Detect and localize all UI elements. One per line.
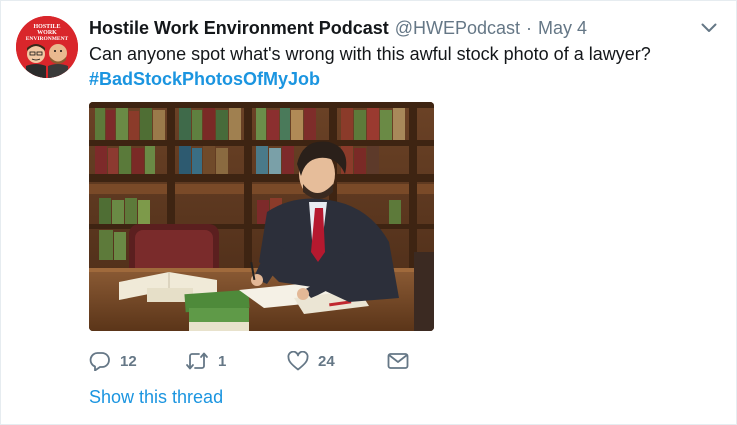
tweet-date[interactable]: May 4 (538, 18, 587, 39)
tweet-actions: 12 1 24 (89, 345, 409, 377)
retweet-icon (186, 352, 208, 370)
retweet-button[interactable]: 1 (185, 345, 287, 377)
direct-message-button[interactable] (387, 345, 409, 377)
like-button[interactable]: 24 (287, 345, 387, 377)
more-options-button[interactable] (698, 17, 720, 39)
envelope-icon (387, 353, 409, 369)
heart-icon (287, 351, 309, 371)
tweet-photo[interactable] (89, 102, 434, 331)
like-count: 24 (318, 352, 335, 370)
avatar-image: HOSTILE WORK ENVIRONMENT (16, 16, 78, 78)
lawyer-stock-photo (89, 102, 434, 331)
tweet-card[interactable]: HOSTILE WORK ENVIRONMENT Hostile Work En… (0, 0, 737, 425)
header-separator: · (526, 17, 533, 38)
author-handle[interactable]: @HWEPodcast (395, 18, 520, 39)
avatar[interactable]: HOSTILE WORK ENVIRONMENT (16, 16, 78, 78)
reply-count: 12 (120, 352, 137, 370)
show-thread-link[interactable]: Show this thread (89, 387, 223, 408)
tweet-text: Can anyone spot what's wrong with this a… (89, 42, 709, 92)
avatar-text-line-3: ENVIRONMENT (26, 36, 69, 42)
hashtag-link[interactable]: #BadStockPhotosOfMyJob (89, 67, 709, 92)
tweet-header: Hostile Work Environment Podcast @HWEPod… (89, 15, 720, 41)
author-name[interactable]: Hostile Work Environment Podcast (89, 18, 389, 39)
reply-icon (89, 352, 110, 371)
tweet-body: Can anyone spot what's wrong with this a… (89, 44, 651, 64)
chevron-down-icon (701, 23, 717, 32)
retweet-count: 1 (218, 352, 227, 370)
reply-button[interactable]: 12 (89, 345, 185, 377)
